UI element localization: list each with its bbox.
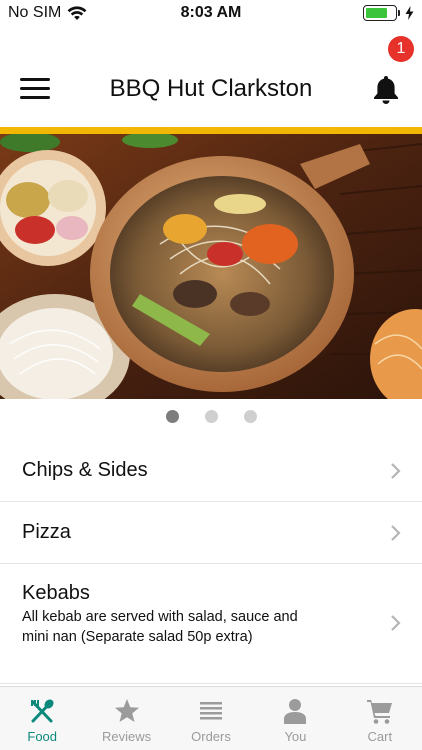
tab-label: Food [27, 729, 58, 744]
list-icon [200, 702, 223, 720]
cart-icon [366, 700, 392, 724]
carousel-dot[interactable] [204, 410, 218, 423]
carrier-label: No SIM [8, 4, 62, 21]
chevron-right-icon [391, 615, 401, 631]
menu-item-chips-sides[interactable]: Chips & Sides [0, 440, 422, 502]
tab-label: You [284, 729, 307, 744]
menu-category-list: Chips & Sides Pizza Kebabs All kebab are… [0, 440, 422, 684]
chevron-right-icon [391, 525, 401, 541]
notification-badge[interactable]: 1 [388, 36, 414, 62]
tab-you[interactable]: You [253, 687, 337, 750]
hero-food-image[interactable] [0, 134, 422, 399]
chevron-right-icon [391, 463, 401, 479]
food-photo [0, 134, 422, 399]
wifi-icon [67, 5, 87, 20]
tab-label: Reviews [102, 729, 152, 744]
tab-label: Cart [367, 729, 393, 744]
carousel-dot[interactable] [243, 410, 257, 423]
carousel-dots [0, 410, 422, 423]
battery-icon [363, 5, 400, 21]
tab-reviews[interactable]: Reviews [84, 687, 168, 750]
fork-spoon-icon [31, 699, 54, 723]
menu-item-kebabs[interactable]: Kebabs All kebab are served with salad, … [0, 564, 422, 684]
menu-item-description: All kebab are served with salad, sauce a… [22, 609, 298, 645]
bottom-tab-bar: Food Reviews Orders You Cart [0, 686, 422, 750]
menu-item-name: Chips & Sides [22, 459, 148, 481]
star-icon [114, 699, 139, 722]
app-header: 1 BBQ Hut Clarkston [0, 28, 422, 128]
tab-label: Orders [191, 729, 231, 744]
page-title: BBQ Hut Clarkston [109, 75, 313, 102]
menu-item-name: Kebabs [22, 582, 90, 604]
status-bar: No SIM 8:03 AM [0, 0, 422, 28]
accent-stripe [0, 127, 422, 134]
tab-orders[interactable]: Orders [169, 687, 253, 750]
bell-icon[interactable] [372, 74, 400, 104]
tab-food[interactable]: Food [0, 687, 84, 750]
status-left: No SIM [8, 4, 87, 22]
menu-item-name: Pizza [22, 521, 71, 543]
carousel-dot[interactable] [165, 410, 179, 423]
menu-item-pizza[interactable]: Pizza [0, 502, 422, 564]
battery-fill [366, 8, 387, 18]
tab-cart[interactable]: Cart [338, 687, 422, 750]
charging-bolt-icon [405, 6, 414, 20]
person-icon [284, 699, 307, 724]
status-right [363, 5, 414, 21]
